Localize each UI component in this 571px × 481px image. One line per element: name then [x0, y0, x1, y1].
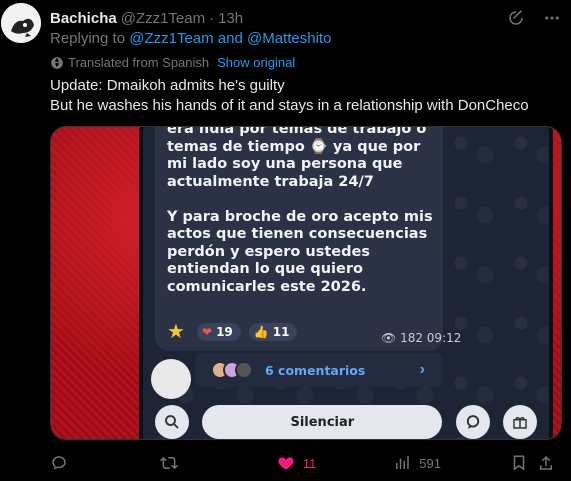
tweet-media-image[interactable]: era nula por temas de trabajo o temas de… [50, 126, 562, 440]
tweet-text-line: Update: Dmaikoh admits he's guilty [50, 77, 285, 94]
separator-dot: · [209, 9, 215, 27]
author-handle[interactable]: @Zzz1Team [121, 10, 205, 27]
reply-prefix: Replying to [50, 30, 130, 47]
silence-button: Silenciar [202, 405, 443, 439]
eye-icon: 👁 [381, 331, 397, 345]
more-icon[interactable] [543, 9, 561, 27]
channel-avatar [151, 359, 191, 399]
star-sticker-icon: ★ [167, 321, 185, 343]
tweet-actions: 11 591 [50, 452, 561, 474]
search-icon [155, 405, 189, 439]
author-name[interactable]: Bachicha [50, 10, 117, 27]
reply-button[interactable] [50, 454, 160, 472]
message-views: 182 [400, 331, 423, 345]
translation-notice: Translated from Spanish Show original [50, 55, 295, 70]
replying-to: Replying to @Zzz1Team and @Matteshito [50, 30, 331, 47]
author-avatar[interactable] [1, 3, 41, 43]
heart-reaction: ❤ 19 [197, 323, 241, 341]
translate-icon [51, 56, 63, 69]
translated-label: Translated from Spanish [68, 55, 210, 70]
heart-reaction-count: 19 [216, 325, 233, 339]
views-button[interactable]: 591 [393, 454, 509, 472]
thumbs-up-reaction: 👍 11 [248, 323, 298, 341]
avatar-image-icon [1, 3, 41, 43]
comment-bubble-icon [455, 405, 490, 439]
reply-icon [52, 456, 66, 470]
commenter-avatar [235, 361, 253, 379]
views-chart-icon [396, 456, 410, 469]
tweet-header: Bachicha @Zzz1Team · 13h [50, 8, 561, 28]
comments-label: 6 comentarios [265, 362, 366, 378]
chevron-right-icon: › [419, 361, 425, 378]
comments-bar: 6 comentarios › [195, 353, 443, 387]
grok-icon[interactable] [507, 9, 525, 27]
like-button[interactable]: 11 [277, 454, 393, 472]
message-meta: 👁 182 09:12 [381, 331, 461, 345]
bookmark-button[interactable] [510, 454, 538, 472]
channel-bottom-bar: Silenciar [155, 403, 537, 439]
tweet-time[interactable]: 13h [218, 10, 243, 27]
message-time: 09:12 [426, 331, 462, 345]
show-original-link[interactable]: Show original [217, 55, 295, 70]
chat-message-text: era nula por temas de trabajo o temas de… [167, 126, 433, 295]
share-button[interactable] [537, 454, 561, 472]
tweet-text: Update: Dmaikoh admits he's guilty But h… [50, 76, 529, 116]
share-icon [540, 455, 553, 470]
gift-icon [502, 405, 537, 439]
thumbs-up-reaction-count: 11 [272, 325, 290, 339]
tweet-text-line: But he washes his hands of it and stays … [50, 97, 529, 114]
retweet-button[interactable] [160, 454, 276, 472]
heart-filled-icon [278, 457, 294, 470]
reaction-row: ★ ❤ 19 👍 11 [163, 319, 298, 345]
phone-screenshot: era nula por temas de trabajo o temas de… [139, 126, 553, 439]
heart-icon: ❤ [202, 325, 213, 339]
like-count: 11 [302, 455, 317, 471]
bookmark-icon [513, 455, 524, 471]
thumbs-up-icon: 👍 [253, 325, 269, 339]
reply-targets-link[interactable]: @Zzz1Team and @Matteshito [129, 30, 331, 47]
retweet-icon [160, 456, 179, 470]
views-count: 591 [419, 455, 441, 471]
